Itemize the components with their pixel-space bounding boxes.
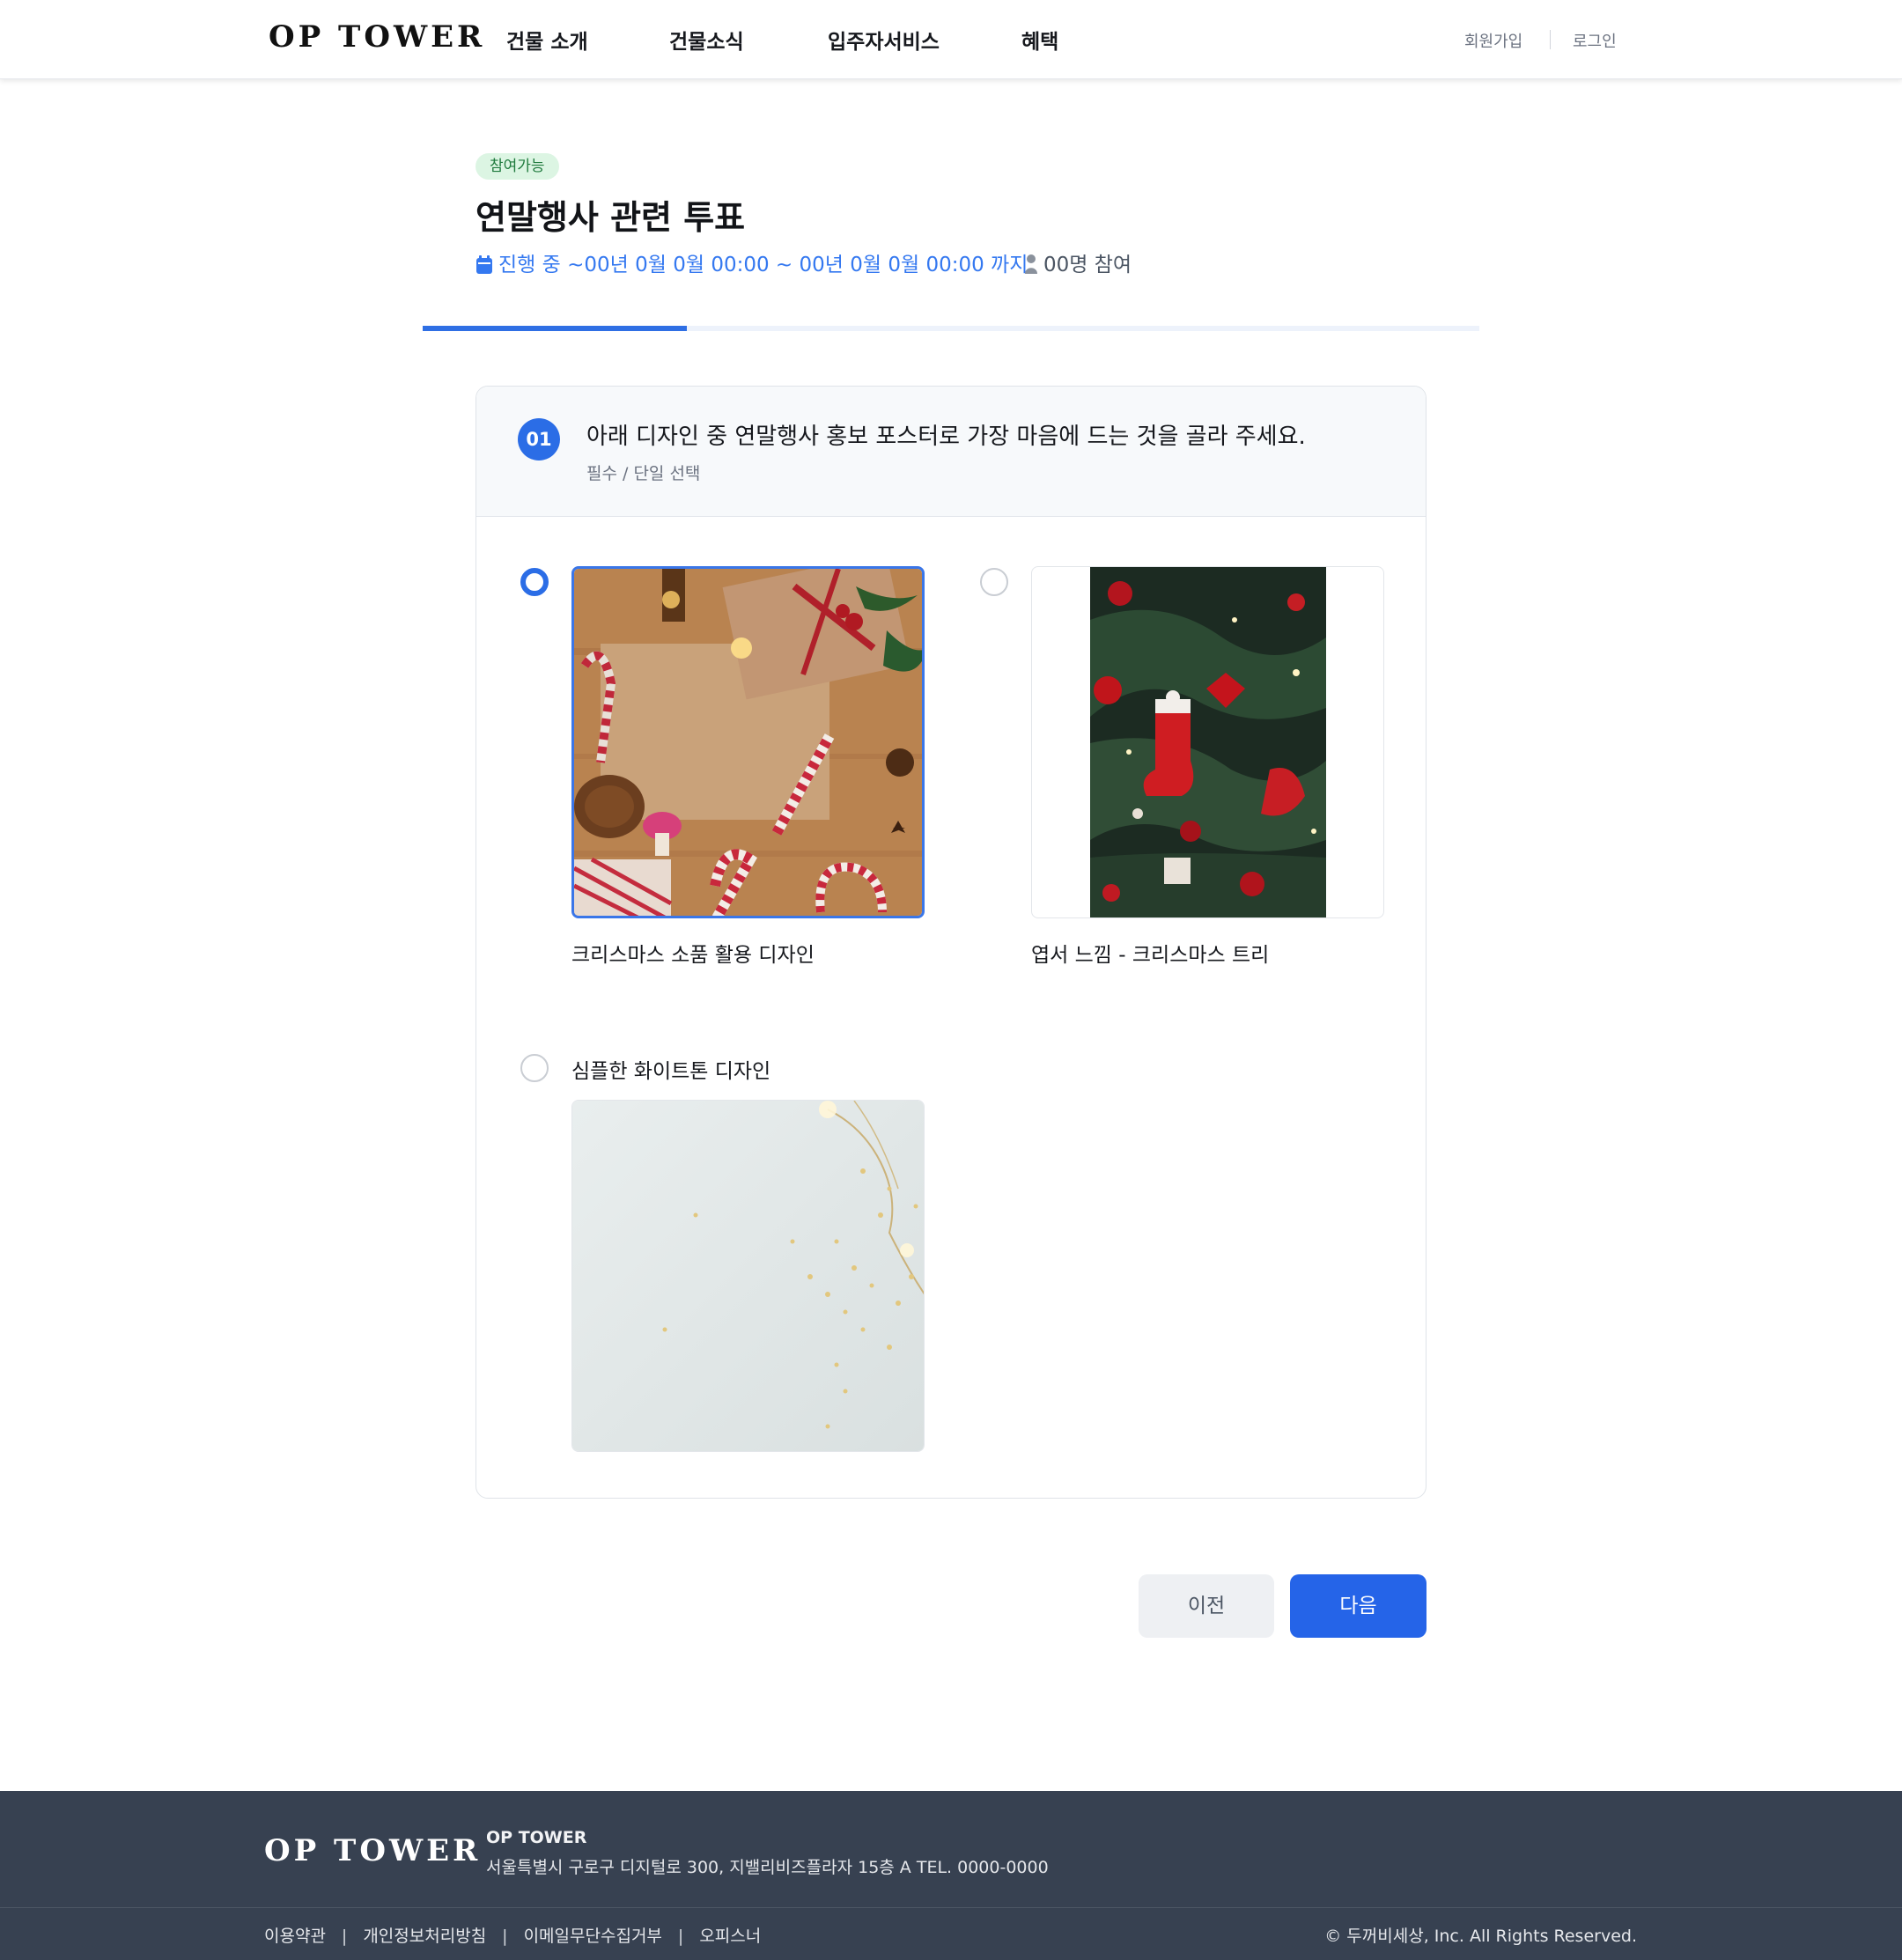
question-number: 01 [518, 418, 560, 461]
person-icon [1025, 254, 1037, 274]
option-3-radio[interactable] [520, 1054, 549, 1082]
site-logo[interactable]: OP TOWER [269, 19, 485, 55]
option-3-label[interactable]: 심플한 화이트톤 디자인 [571, 1054, 770, 1084]
christmas-props-picture [574, 569, 922, 916]
nav-tenant-service[interactable]: 입주자서비스 [828, 25, 940, 55]
footer-divider [0, 1907, 1902, 1908]
progress-bar [423, 326, 1479, 331]
footer-logo: OP TOWER [264, 1833, 482, 1868]
login-link[interactable]: 로그인 [1573, 29, 1617, 52]
option-1-label[interactable]: 크리스마스 소품 활용 디자인 [571, 938, 815, 968]
footer-copyright: © 두꺼비세상, Inc. All Rights Reserved. [1324, 1927, 1637, 1946]
next-button[interactable]: 다음 [1290, 1574, 1426, 1638]
calendar-icon [476, 255, 492, 274]
option-2-radio[interactable] [980, 568, 1008, 596]
site-header: OP TOWER 건물 소개 건물소식 입주자서비스 혜택 회원가입 로그인 [0, 0, 1902, 79]
nav-building-intro[interactable]: 건물 소개 [506, 25, 588, 55]
footer-link-officener[interactable]: 오피스너 [699, 1927, 761, 1946]
footer-separator: | [341, 1927, 348, 1946]
nav-building-news[interactable]: 건물소식 [669, 25, 744, 55]
prev-button[interactable]: 이전 [1139, 1574, 1274, 1638]
footer-link-terms[interactable]: 이용약관 [264, 1927, 326, 1946]
question-requirement: 필수 / 단일 선택 [586, 464, 701, 483]
option-1-radio[interactable] [520, 568, 549, 596]
participants-text: 00명 참여 [1043, 254, 1132, 276]
question-header: 01 아래 디자인 중 연말행사 홍보 포스터로 가장 마음에 드는 것을 골라… [476, 387, 1426, 517]
footer-separator: | [502, 1927, 508, 1946]
site-footer: OP TOWER OP TOWER 서울특별시 구로구 디지털로 300, 지밸… [0, 1791, 1902, 1960]
option-2-label[interactable]: 엽서 느낌 - 크리스마스 트리 [1031, 938, 1269, 968]
white-tone-picture [572, 1101, 924, 1451]
progress-fill [423, 326, 687, 331]
option-2-image[interactable] [1031, 566, 1384, 918]
footer-company: OP TOWER [486, 1828, 587, 1847]
option-1-image[interactable] [571, 566, 925, 918]
footer-address: 서울특별시 구로구 디지털로 300, 지밸리비즈플라자 15층 A TEL. … [486, 1858, 1049, 1877]
poll-participants: 00명 참여 [1024, 252, 1132, 278]
poll-period: 진행 중 ~00년 0월 0월 00:00 ~ 00년 0월 0월 00:00 … [476, 252, 1028, 278]
nav-benefits[interactable]: 혜택 [1021, 25, 1058, 55]
footer-links: 이용약관 | 개인정보처리방침 | 이메일무단수집거부 | 오피스너 [264, 1923, 761, 1947]
footer-link-privacy[interactable]: 개인정보처리방침 [363, 1927, 486, 1946]
option-3-image[interactable] [571, 1100, 925, 1452]
header-divider [1550, 30, 1551, 49]
footer-separator: | [677, 1927, 684, 1946]
christmas-tree-picture [1090, 567, 1326, 917]
status-badge: 참여가능 [476, 153, 559, 180]
question-text: 아래 디자인 중 연말행사 홍보 포스터로 가장 마음에 드는 것을 골라 주세… [586, 424, 1306, 450]
page-title: 연말행사 관련 투표 [476, 198, 746, 237]
footer-link-email-policy[interactable]: 이메일무단수집거부 [524, 1927, 662, 1946]
signup-link[interactable]: 회원가입 [1464, 29, 1522, 52]
question-card: 01 아래 디자인 중 연말행사 홍보 포스터로 가장 마음에 드는 것을 골라… [476, 386, 1426, 1499]
poll-period-text: 진행 중 ~00년 0월 0월 00:00 ~ 00년 0월 0월 00:00 … [498, 254, 1028, 276]
